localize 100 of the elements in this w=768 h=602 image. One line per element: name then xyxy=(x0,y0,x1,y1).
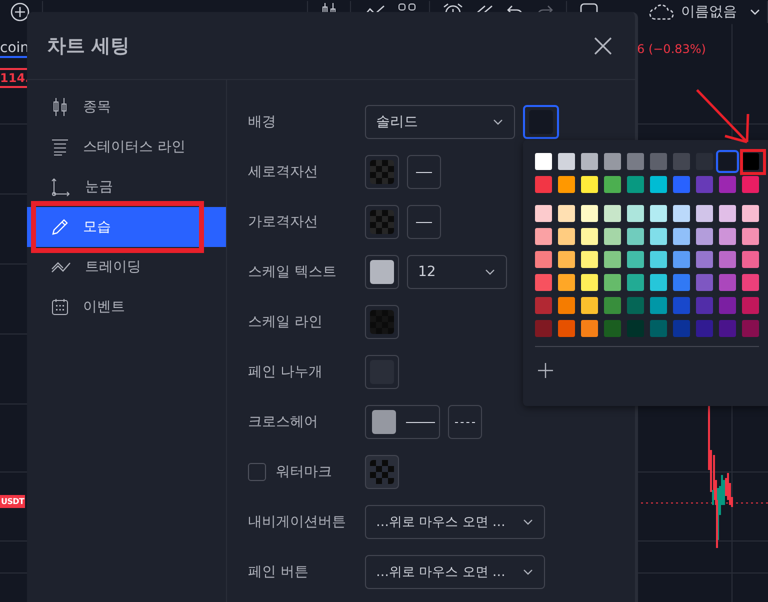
color-swatch[interactable] xyxy=(581,251,598,268)
settings-tab[interactable]: 이벤트 xyxy=(27,287,226,327)
color-swatch[interactable] xyxy=(719,274,736,291)
color-swatch[interactable] xyxy=(581,274,598,291)
color-swatch[interactable] xyxy=(627,297,644,314)
settings-tab[interactable]: 트레이딩 xyxy=(27,247,226,287)
color-swatch[interactable] xyxy=(673,176,690,193)
layout-name[interactable]: 이름없음 xyxy=(681,3,737,21)
color-swatch[interactable] xyxy=(581,153,598,170)
color-swatch[interactable] xyxy=(535,297,552,314)
color-swatch[interactable] xyxy=(627,251,644,268)
dropdown[interactable]: 12 xyxy=(407,255,507,289)
color-swatch[interactable] xyxy=(627,228,644,245)
color-swatch[interactable] xyxy=(696,320,713,337)
color-swatch[interactable] xyxy=(558,251,575,268)
color-swatch[interactable] xyxy=(673,153,690,170)
color-swatch[interactable] xyxy=(742,251,759,268)
settings-tab[interactable]: 종목 xyxy=(27,87,226,127)
dropdown[interactable]: …위로 마우스 오면 … xyxy=(365,555,545,589)
color-line-button[interactable] xyxy=(365,405,440,439)
line-style-button[interactable] xyxy=(407,205,441,239)
cloud-icon[interactable] xyxy=(649,2,675,22)
color-swatch[interactable] xyxy=(650,274,667,291)
color-swatch[interactable] xyxy=(535,320,552,337)
color-swatch[interactable] xyxy=(719,320,736,337)
color-swatch[interactable] xyxy=(673,251,690,268)
color-swatch[interactable] xyxy=(650,176,667,193)
color-swatch[interactable] xyxy=(650,205,667,222)
settings-tab[interactable]: 모습 xyxy=(27,207,226,247)
color-swatch[interactable] xyxy=(627,320,644,337)
color-swatch[interactable] xyxy=(604,228,621,245)
color-swatch[interactable] xyxy=(742,274,759,291)
color-button[interactable] xyxy=(365,205,399,239)
color-swatch[interactable] xyxy=(696,205,713,222)
color-swatch[interactable] xyxy=(535,205,552,222)
color-swatch[interactable] xyxy=(719,205,736,222)
checkbox[interactable] xyxy=(248,463,266,481)
color-swatch[interactable] xyxy=(535,228,552,245)
color-swatch[interactable] xyxy=(673,297,690,314)
color-swatch[interactable] xyxy=(627,153,644,170)
color-swatch[interactable] xyxy=(558,274,575,291)
color-swatch[interactable] xyxy=(535,153,552,170)
color-swatch[interactable] xyxy=(716,150,739,173)
color-swatch[interactable] xyxy=(673,274,690,291)
close-icon[interactable] xyxy=(593,36,613,56)
color-swatch[interactable] xyxy=(558,297,575,314)
color-swatch[interactable] xyxy=(581,176,598,193)
color-swatch[interactable] xyxy=(650,153,667,170)
color-swatch[interactable] xyxy=(719,297,736,314)
color-button[interactable] xyxy=(523,105,559,139)
color-swatch[interactable] xyxy=(696,176,713,193)
line-style-button[interactable] xyxy=(407,155,441,189)
color-swatch[interactable] xyxy=(627,274,644,291)
color-swatch[interactable] xyxy=(558,176,575,193)
color-swatch[interactable] xyxy=(604,297,621,314)
color-swatch[interactable] xyxy=(742,205,759,222)
settings-tab[interactable]: 눈금 xyxy=(27,167,226,207)
color-swatch[interactable] xyxy=(650,297,667,314)
color-swatch[interactable] xyxy=(581,297,598,314)
color-swatch[interactable] xyxy=(604,251,621,268)
color-swatch[interactable] xyxy=(627,205,644,222)
color-swatch[interactable] xyxy=(696,274,713,291)
color-swatch[interactable] xyxy=(558,153,575,170)
plus-icon[interactable] xyxy=(538,363,553,378)
color-swatch[interactable] xyxy=(650,251,667,268)
color-swatch[interactable] xyxy=(673,320,690,337)
color-swatch[interactable] xyxy=(719,228,736,245)
color-swatch[interactable] xyxy=(604,274,621,291)
color-swatch[interactable] xyxy=(581,320,598,337)
color-swatch[interactable] xyxy=(558,228,575,245)
color-swatch[interactable] xyxy=(581,205,598,222)
color-swatch[interactable] xyxy=(535,251,552,268)
color-swatch[interactable] xyxy=(604,153,621,170)
color-swatch[interactable] xyxy=(673,205,690,222)
color-swatch[interactable] xyxy=(742,153,759,170)
add-icon[interactable] xyxy=(10,2,30,22)
color-swatch[interactable] xyxy=(742,176,759,193)
color-swatch[interactable] xyxy=(673,228,690,245)
line-style-button[interactable] xyxy=(448,405,482,439)
color-swatch[interactable] xyxy=(535,176,552,193)
color-swatch[interactable] xyxy=(604,320,621,337)
dropdown[interactable]: …위로 마우스 오면 … xyxy=(365,505,545,539)
color-swatch[interactable] xyxy=(742,320,759,337)
color-swatch[interactable] xyxy=(650,228,667,245)
settings-tab[interactable]: 스테이터스 라인 xyxy=(27,127,226,167)
color-button[interactable] xyxy=(365,305,399,339)
color-swatch[interactable] xyxy=(719,176,736,193)
color-swatch[interactable] xyxy=(558,205,575,222)
color-swatch[interactable] xyxy=(696,251,713,268)
color-swatch[interactable] xyxy=(604,176,621,193)
color-button[interactable] xyxy=(365,355,399,389)
color-swatch[interactable] xyxy=(742,228,759,245)
color-swatch[interactable] xyxy=(581,228,598,245)
color-swatch[interactable] xyxy=(627,176,644,193)
color-swatch[interactable] xyxy=(696,297,713,314)
dropdown[interactable]: 솔리드 xyxy=(365,105,515,139)
color-swatch[interactable] xyxy=(604,205,621,222)
color-swatch[interactable] xyxy=(719,251,736,268)
color-swatch[interactable] xyxy=(742,297,759,314)
color-swatch[interactable] xyxy=(696,228,713,245)
